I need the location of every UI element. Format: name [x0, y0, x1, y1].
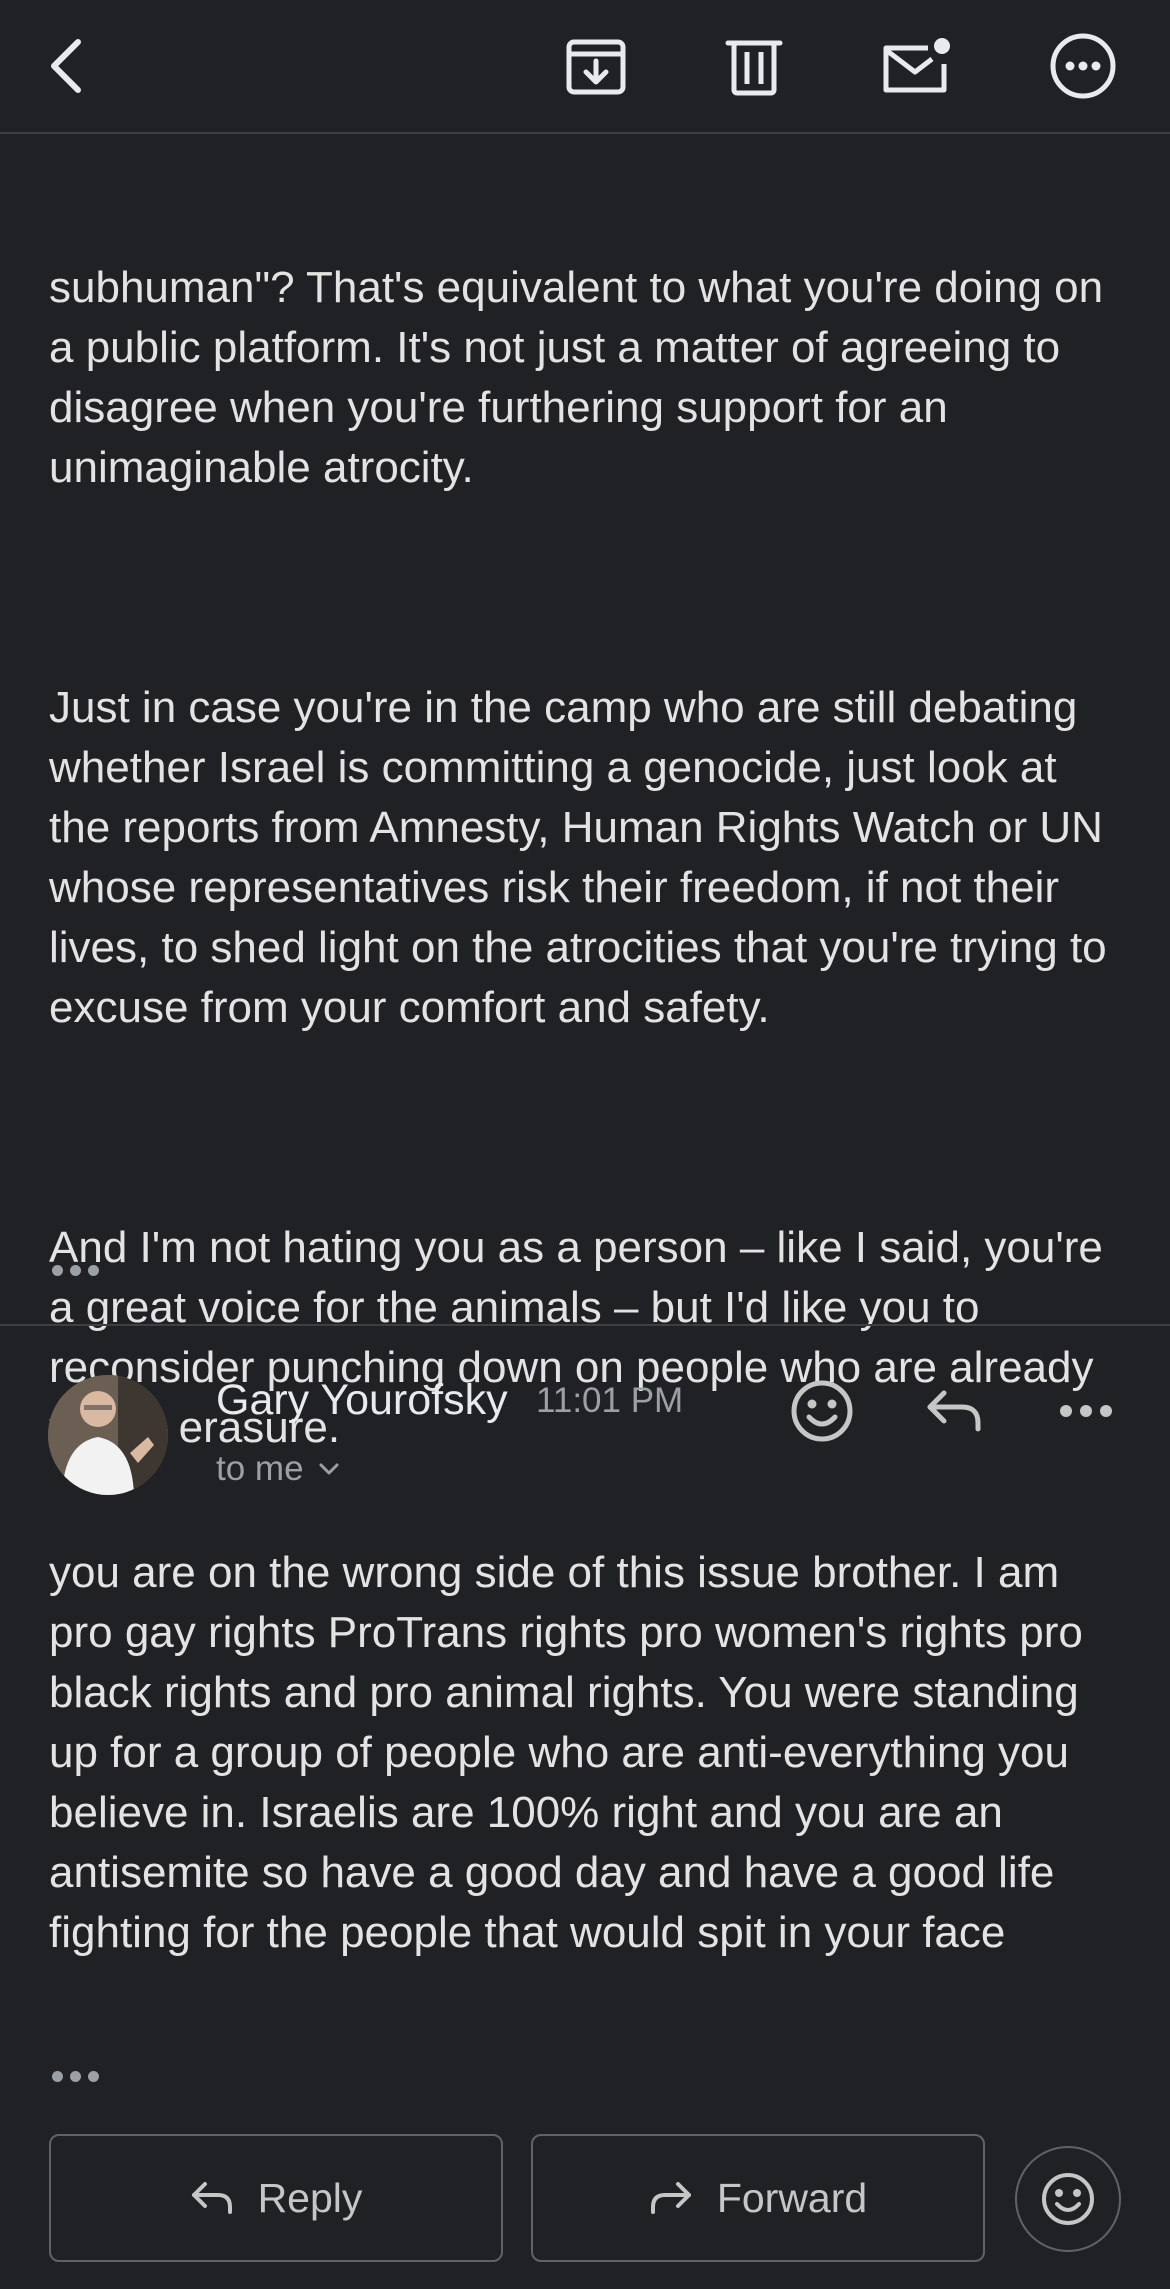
reply-icon-button[interactable] — [916, 1373, 992, 1449]
ellipsis-dot — [88, 1264, 99, 1276]
reply-icon — [191, 2182, 232, 2214]
ellipsis-dot — [52, 1264, 63, 1276]
more-horizontal-icon — [1060, 1405, 1112, 1417]
recipient-label: to me — [216, 1449, 304, 1488]
ellipsis-dot — [70, 1264, 81, 1276]
emoji-icon — [791, 1380, 853, 1442]
sender-name[interactable]: Gary Yourofsky — [216, 1372, 508, 1428]
message-timestamp: 11:01 PM — [536, 1381, 684, 1420]
top-toolbar — [0, 0, 1170, 134]
trash-icon — [725, 40, 783, 96]
ellipsis-dot — [52, 2070, 63, 2082]
more-options-button[interactable] — [1043, 26, 1123, 106]
mail-unread-icon — [883, 38, 950, 93]
avatar[interactable] — [48, 1375, 168, 1495]
ellipsis-dot — [88, 2070, 99, 2082]
forward-button[interactable]: Forward — [531, 2134, 985, 2262]
reply-icon — [927, 1390, 981, 1432]
previous-message-body: subhuman"? That's equivalent to what you… — [49, 138, 1129, 1518]
react-emoji-button[interactable] — [1015, 2146, 1121, 2252]
emoji-icon — [1042, 2173, 1094, 2225]
reply-button-label: Reply — [257, 2174, 363, 2221]
show-trimmed-content-button[interactable] — [52, 1262, 104, 1278]
show-trimmed-content-button[interactable] — [52, 2068, 104, 2084]
archive-icon — [566, 39, 626, 95]
back-button[interactable] — [26, 26, 106, 106]
ellipsis-dot — [70, 2070, 81, 2082]
previous-message-paragraph: Just in case you're in the camp who are … — [49, 683, 1119, 1032]
previous-message-paragraph: subhuman"? That's equivalent to what you… — [49, 263, 1116, 492]
forward-icon — [650, 2182, 691, 2214]
message-divider — [0, 1324, 1170, 1326]
delete-button[interactable] — [714, 26, 794, 106]
archive-button[interactable] — [556, 26, 636, 106]
reply-button[interactable]: Reply — [49, 2134, 503, 2262]
more-horizontal-icon — [1050, 33, 1116, 99]
recipient-details-toggle[interactable]: to me — [216, 1445, 340, 1493]
message-body: you are on the wrong side of this issue … — [49, 1548, 1096, 1957]
forward-button-label: Forward — [716, 2174, 868, 2221]
chevron-down-icon — [319, 1463, 339, 1475]
sender-photo — [48, 1375, 168, 1495]
chevron-left-icon — [51, 39, 81, 93]
message-more-options-button[interactable] — [1048, 1373, 1124, 1449]
mark-unread-button[interactable] — [876, 26, 956, 106]
add-reaction-button[interactable] — [784, 1373, 860, 1449]
